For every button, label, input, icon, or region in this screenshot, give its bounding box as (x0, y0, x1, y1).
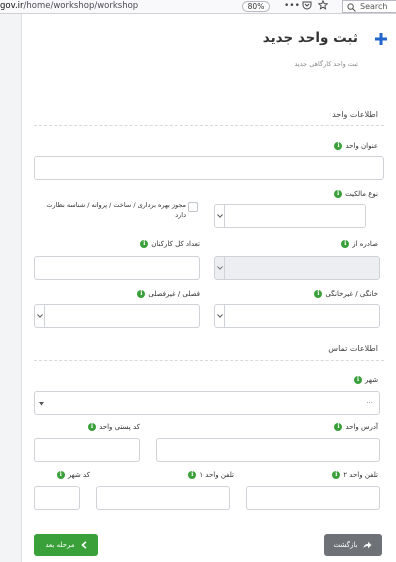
household-label: خانگی / غیرخانگی i (314, 290, 378, 298)
more-actions-icon[interactable]: ••• (284, 0, 300, 13)
area-code-label: کد شهر i (56, 471, 90, 479)
address-input[interactable] (156, 438, 380, 462)
left-gutter (0, 14, 22, 562)
next-step-button[interactable]: مرحله بعد (34, 534, 98, 556)
info-icon: i (354, 376, 363, 384)
plus-icon (375, 33, 387, 45)
bookmark-star-icon[interactable] (317, 0, 329, 13)
permit-checkbox-label: مجوز بهره برداری / ساخت / پروانه / شناسه… (46, 201, 186, 219)
info-icon: i (332, 471, 341, 479)
phone2-label: تلفن واحد ۲ i (332, 471, 378, 479)
city-select-value: ... (366, 397, 373, 405)
browser-search-box[interactable]: Search (342, 0, 396, 13)
employee-count-label: تعداد کل کارکنان i (140, 240, 200, 248)
address-label: آدرس واحد i (334, 423, 378, 431)
phone1-label-text: تلفن واحد ۱ (199, 471, 234, 479)
form-card: ثبت واحد جدید ثبت واحد کارگاهی جدید اطلا… (22, 14, 396, 562)
zoom-indicator[interactable]: 80% (242, 1, 270, 12)
back-button[interactable]: بازگشت (324, 534, 382, 556)
city-label-text: شهر (365, 376, 378, 384)
seasonal-label-text: فصلی / غیرفصلی (148, 290, 200, 298)
city-select[interactable]: ... (34, 391, 380, 415)
permit-checkbox[interactable] (188, 202, 198, 212)
postal-code-label-text: کد پستی واحد (99, 423, 140, 431)
household-label-text: خانگی / غیرخانگی (325, 290, 378, 298)
phone2-label-text: تلفن واحد ۲ (343, 471, 378, 479)
employee-count-label-text: تعداد کل کارکنان (151, 240, 200, 248)
phone1-label: تلفن واحد ۱ i (188, 471, 234, 479)
contact-info-heading: اطلاعات تماس (328, 344, 378, 353)
info-icon: i (334, 142, 343, 150)
info-icon: i (334, 423, 343, 431)
seasonal-select[interactable] (34, 304, 200, 328)
ownership-select[interactable] (214, 204, 366, 228)
chevron-down-icon (215, 257, 225, 279)
phone2-input[interactable] (246, 486, 380, 510)
issued-from-label: صادره از i (341, 240, 378, 248)
search-placeholder: Search (360, 2, 388, 11)
seasonal-label: فصلی / غیرفصلی i (137, 290, 200, 298)
browser-toolbar: gov.ir/home/workshop/workshop 80% ••• Se… (0, 0, 396, 14)
url-bar[interactable]: gov.ir/home/workshop/workshop (0, 0, 138, 13)
issued-from-label-text: صادره از (352, 240, 378, 248)
next-button-label: مرحله بعد (45, 541, 75, 549)
area-code-input[interactable] (34, 486, 80, 510)
info-icon: i (140, 240, 149, 248)
search-icon (347, 3, 356, 12)
unit-title-label: عنوان واحد i (334, 142, 378, 150)
info-icon: i (56, 471, 65, 479)
info-icon: i (334, 190, 343, 198)
info-icon: i (314, 290, 323, 298)
chevron-down-icon (35, 305, 45, 327)
reply-arrow-icon (363, 541, 372, 549)
ownership-label: نوع مالکیت i (334, 190, 378, 198)
unit-title-label-text: عنوان واحد (345, 142, 378, 150)
section-divider (34, 360, 384, 361)
chevron-down-icon (215, 205, 225, 227)
postal-code-label: کد پستی واحد i (88, 423, 140, 431)
issued-from-select[interactable] (214, 256, 380, 280)
info-icon: i (188, 471, 197, 479)
info-icon: i (88, 423, 97, 431)
phone1-input[interactable] (96, 486, 230, 510)
employee-count-input[interactable] (34, 256, 200, 280)
city-label: شهر i (354, 376, 378, 384)
info-icon: i (137, 290, 146, 298)
household-select[interactable] (214, 304, 380, 328)
page-subtitle: ثبت واحد کارگاهی جدید (294, 60, 358, 68)
pocket-icon[interactable] (302, 0, 312, 13)
url-domain: gov.ir (0, 1, 24, 11)
unit-title-input[interactable] (34, 156, 384, 180)
ownership-label-text: نوع مالکیت (345, 190, 378, 198)
section-divider (34, 125, 384, 126)
url-path: /home/workshop/workshop (23, 1, 139, 11)
address-label-text: آدرس واحد (345, 423, 378, 431)
postal-code-input[interactable] (34, 438, 140, 462)
info-icon: i (341, 240, 350, 248)
area-code-label-text: کد شهر (67, 471, 90, 479)
unit-info-heading: اطلاعات واحد (332, 110, 378, 119)
chevron-left-icon (80, 541, 87, 549)
chevron-down-icon (215, 305, 225, 327)
page-title: ثبت واحد جدید (262, 30, 358, 46)
chevron-down-icon (39, 402, 44, 406)
back-button-label: بازگشت (333, 541, 358, 549)
